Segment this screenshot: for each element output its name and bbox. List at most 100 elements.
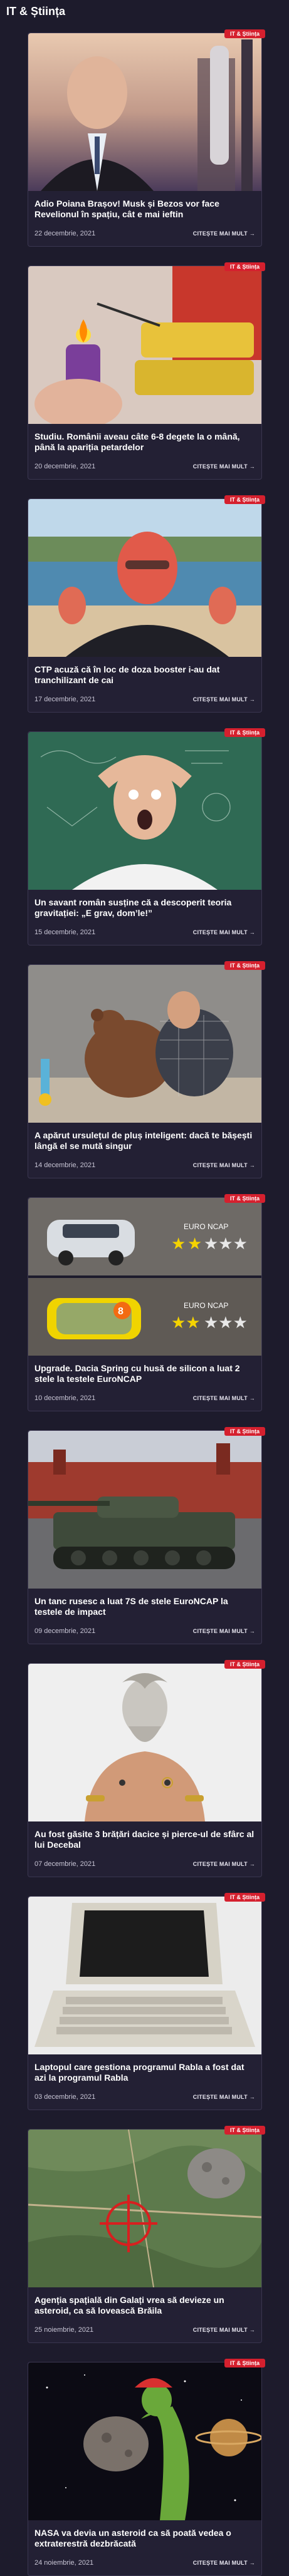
arrow-right-icon: → bbox=[249, 1861, 255, 1867]
ctp-beach-image bbox=[28, 499, 261, 657]
article-title[interactable]: Un tanc rusesc a luat 7S de stele EuroNC… bbox=[34, 1596, 255, 1619]
article-meta: 24 noiembrie, 2021 CITEȘTE MAI MULT → bbox=[34, 2559, 255, 2575]
article-date: 14 decembrie, 2021 bbox=[34, 1162, 96, 1169]
category-badge[interactable]: IT & Știința bbox=[224, 961, 265, 970]
article-meta: 15 decembrie, 2021 CITEȘTE MAI MULT → bbox=[34, 929, 255, 945]
article-thumbnail[interactable] bbox=[28, 266, 261, 424]
asteroid-alien-image bbox=[28, 2362, 261, 2520]
read-more-link[interactable]: CITEȘTE MAI MULT → bbox=[193, 696, 255, 703]
read-more-link[interactable]: CITEȘTE MAI MULT → bbox=[193, 2560, 255, 2566]
svg-text:EURO NCAP: EURO NCAP bbox=[184, 1222, 228, 1231]
old-laptop-image bbox=[28, 1897, 261, 2054]
article-thumbnail[interactable]: EURO NCAP ★ ★ ★★★ 8 EURO NCAP ★★ ★★★ bbox=[28, 1198, 261, 1356]
article-title[interactable]: Laptopul care gestiona programul Rabla a… bbox=[34, 2062, 255, 2084]
category-badge[interactable]: IT & Știința bbox=[224, 2359, 265, 2367]
article-meta: 22 decembrie, 2021 CITEȘTE MAI MULT → bbox=[34, 230, 255, 246]
category-badge[interactable]: IT & Știința bbox=[224, 728, 265, 737]
category-badge[interactable]: IT & Știința bbox=[224, 495, 265, 504]
category-badge[interactable]: IT & Știința bbox=[224, 1893, 265, 1902]
svg-text:8: 8 bbox=[118, 1306, 123, 1317]
article-date: 20 decembrie, 2021 bbox=[34, 463, 96, 470]
article-meta: 20 decembrie, 2021 CITEȘTE MAI MULT → bbox=[34, 463, 255, 479]
article-meta: 17 decembrie, 2021 CITEȘTE MAI MULT → bbox=[34, 696, 255, 712]
read-more-link[interactable]: CITEȘTE MAI MULT → bbox=[193, 929, 255, 935]
article-thumbnail[interactable] bbox=[28, 33, 261, 191]
read-more-link[interactable]: CITEȘTE MAI MULT → bbox=[193, 1628, 255, 1634]
article-title[interactable]: Studiu. Românii aveau câte 6-8 degete la… bbox=[34, 431, 255, 454]
article-date: 15 decembrie, 2021 bbox=[34, 929, 96, 936]
article-card: IT & Știința Laptopul care gestiona prog… bbox=[28, 1893, 265, 2110]
svg-text:★★★: ★★★ bbox=[204, 1235, 248, 1254]
section-title: IT & Știința bbox=[6, 5, 65, 18]
read-more-link[interactable]: CITEȘTE MAI MULT → bbox=[193, 230, 255, 237]
article-thumbnail[interactable] bbox=[28, 965, 261, 1123]
read-more-link[interactable]: CITEȘTE MAI MULT → bbox=[193, 2094, 255, 2100]
category-badge[interactable]: IT & Știința bbox=[224, 262, 265, 271]
article-card: IT & Știința Au fost găsite 3 brățări da… bbox=[28, 1660, 265, 1877]
category-badge[interactable]: IT & Știința bbox=[224, 29, 265, 38]
article-title[interactable]: Agenția spațială din Galați vrea să devi… bbox=[34, 2295, 255, 2317]
article-thumbnail[interactable] bbox=[28, 499, 261, 657]
article-date: 07 decembrie, 2021 bbox=[34, 1860, 96, 1868]
article-meta: 07 decembrie, 2021 CITEȘTE MAI MULT → bbox=[34, 1860, 255, 1877]
article-card: IT & Știința A apărut ursulețul de pluș … bbox=[28, 961, 265, 1178]
article-thumbnail[interactable] bbox=[28, 1664, 261, 1821]
decebal-statue-image bbox=[28, 1664, 261, 1821]
article-card: IT & Știința EURO NCAP ★ ★ ★★★ 8 EURO NC… bbox=[28, 1194, 265, 1411]
article-title[interactable]: Adio Poiana Brașov! Musk și Bezos vor fa… bbox=[34, 198, 255, 221]
svg-text:★: ★ bbox=[171, 1235, 186, 1254]
article-date: 24 noiembrie, 2021 bbox=[34, 2559, 94, 2567]
article-date: 10 decembrie, 2021 bbox=[34, 1394, 96, 1402]
category-badge[interactable]: IT & Știința bbox=[224, 1660, 265, 1669]
article-title[interactable]: Upgrade. Dacia Spring cu husă de silicon… bbox=[34, 1363, 255, 1386]
article-card: IT & Știința Adio Poiana Brașov! Musk și… bbox=[28, 29, 265, 247]
read-more-link[interactable]: CITEȘTE MAI MULT → bbox=[193, 2327, 255, 2333]
arrow-right-icon: → bbox=[249, 230, 255, 237]
category-badge[interactable]: IT & Știința bbox=[224, 2126, 265, 2135]
read-more-link[interactable]: CITEȘTE MAI MULT → bbox=[193, 1395, 255, 1401]
firecracker-lighter-image bbox=[28, 266, 261, 424]
article-date: 09 decembrie, 2021 bbox=[34, 1627, 96, 1635]
article-title[interactable]: CTP acuză că în loc de doza booster i-au… bbox=[34, 664, 255, 687]
svg-text:★: ★ bbox=[187, 1235, 202, 1254]
article-title[interactable]: A apărut ursulețul de pluș inteligent: d… bbox=[34, 1130, 255, 1153]
dacia-spring-euroncap-image: EURO NCAP ★ ★ ★★★ 8 EURO NCAP ★★ ★★★ bbox=[28, 1198, 261, 1356]
article-title[interactable]: Au fost găsite 3 brățări dacice și pierc… bbox=[34, 1829, 255, 1852]
category-badge[interactable]: IT & Știința bbox=[224, 1194, 265, 1203]
article-meta: 25 noiembrie, 2021 CITEȘTE MAI MULT → bbox=[34, 2326, 255, 2342]
article-title[interactable]: Un savant român susține că a descoperit … bbox=[34, 897, 255, 920]
article-card: IT & Știința Studiu. Românii aveau câte … bbox=[28, 262, 265, 480]
russian-tank-image bbox=[28, 1431, 261, 1589]
article-thumbnail[interactable] bbox=[28, 1897, 261, 2054]
article-card: IT & Știința CTP acuză că în loc de doza… bbox=[28, 495, 265, 713]
asteroid-map-image bbox=[28, 2130, 261, 2287]
read-more-link[interactable]: CITEȘTE MAI MULT → bbox=[193, 1861, 255, 1867]
arrow-right-icon: → bbox=[249, 1162, 255, 1168]
article-card: IT & Știința Un savant român susține că … bbox=[28, 728, 265, 945]
arrow-right-icon: → bbox=[249, 1628, 255, 1634]
article-date: 22 decembrie, 2021 bbox=[34, 230, 96, 237]
arrow-right-icon: → bbox=[249, 1395, 255, 1401]
article-thumbnail[interactable] bbox=[28, 2130, 261, 2287]
article-card: IT & Știința NASA va devia un asteroid c… bbox=[28, 2359, 265, 2576]
arrow-right-icon: → bbox=[249, 2094, 255, 2100]
article-thumbnail[interactable] bbox=[28, 732, 261, 890]
article-meta: 03 decembrie, 2021 CITEȘTE MAI MULT → bbox=[34, 2093, 255, 2110]
article-thumbnail[interactable] bbox=[28, 2362, 261, 2520]
read-more-link[interactable]: CITEȘTE MAI MULT → bbox=[193, 1162, 255, 1168]
man-hugging-teddy-image bbox=[28, 965, 261, 1123]
article-thumbnail[interactable] bbox=[28, 1431, 261, 1589]
article-date: 25 noiembrie, 2021 bbox=[34, 2326, 94, 2334]
article-date: 17 decembrie, 2021 bbox=[34, 696, 96, 703]
article-title[interactable]: NASA va devia un asteroid ca să poată ve… bbox=[34, 2528, 255, 2550]
article-date: 03 decembrie, 2021 bbox=[34, 2093, 96, 2101]
svg-text:★★: ★★ bbox=[171, 1314, 201, 1332]
svg-text:★★★: ★★★ bbox=[204, 1314, 248, 1332]
category-badge[interactable]: IT & Știința bbox=[224, 1427, 265, 1436]
bezos-rocket-image bbox=[28, 33, 261, 191]
article-meta: 14 decembrie, 2021 CITEȘTE MAI MULT → bbox=[34, 1162, 255, 1178]
article-meta: 10 decembrie, 2021 CITEȘTE MAI MULT → bbox=[34, 1394, 255, 1411]
read-more-link[interactable]: CITEȘTE MAI MULT → bbox=[193, 463, 255, 470]
arrow-right-icon: → bbox=[249, 2560, 255, 2566]
arrow-right-icon: → bbox=[249, 929, 255, 935]
